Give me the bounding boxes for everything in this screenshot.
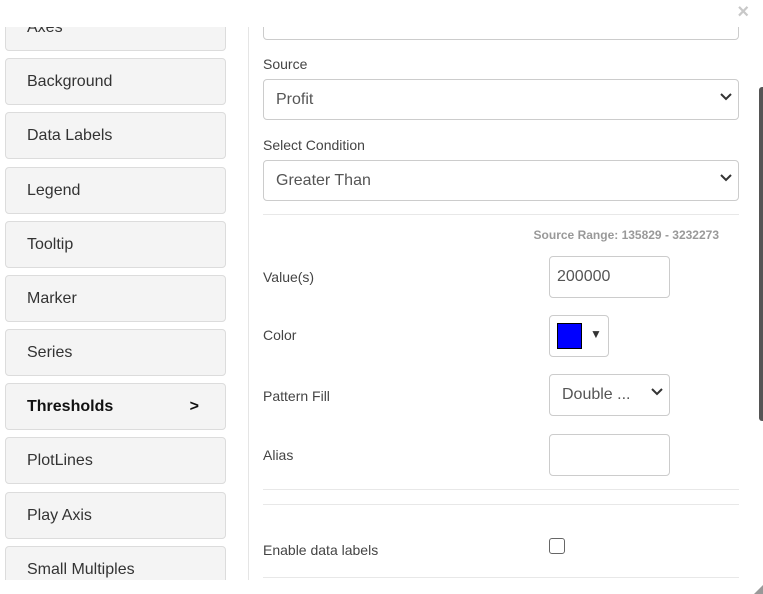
sidebar-item-series[interactable]: Series — [5, 329, 226, 376]
sidebar-item-legend[interactable]: Legend — [5, 167, 226, 214]
enable-data-labels-label: Enable data labels — [263, 542, 379, 558]
condition-value: Greater Than — [276, 171, 371, 189]
sidebar-item-thresholds[interactable]: Thresholds > — [5, 383, 226, 430]
sidebar-item-play-axis[interactable]: Play Axis — [5, 492, 226, 539]
chevron-down-icon — [720, 92, 732, 103]
sidebar-item-background[interactable]: Background — [5, 58, 226, 105]
source-select[interactable]: Profit — [263, 79, 739, 120]
thresholds-panel: Source Profit Select Condition Greater T… — [263, 0, 739, 594]
sidebar-item-tooltip[interactable]: Tooltip — [5, 221, 226, 268]
sidebar-item-label: PlotLines — [27, 451, 93, 469]
sidebar-item-plotlines[interactable]: PlotLines — [5, 437, 226, 484]
enable-data-labels-checkbox[interactable] — [549, 538, 565, 554]
values-label: Value(s) — [263, 269, 315, 285]
caret-down-icon: ▼ — [590, 327, 602, 341]
alias-input[interactable] — [549, 434, 670, 476]
color-label: Color — [263, 327, 297, 343]
sidebar-item-data-labels[interactable]: Data Labels — [5, 112, 226, 159]
source-range-text: Source Range: 135829 - 3232273 — [533, 228, 719, 242]
sidebar-item-marker[interactable]: Marker — [5, 275, 226, 322]
sidebar-item-label: Background — [27, 72, 113, 90]
sidebar-item-label: Tooltip — [27, 235, 74, 253]
dialog-header: × — [0, 0, 763, 27]
source-value: Profit — [276, 90, 314, 108]
condition-select[interactable]: Greater Than — [263, 160, 739, 201]
sidebar-item-label: Series — [27, 343, 73, 361]
divider — [263, 214, 739, 215]
pattern-fill-select[interactable]: Double ... — [549, 374, 670, 416]
settings-sidebar: Axes Background Data Labels Legend Toolt… — [0, 0, 249, 580]
divider — [263, 489, 739, 490]
alias-label: Alias — [263, 447, 294, 463]
chevron-right-icon: > — [189, 397, 199, 415]
chevron-down-icon — [720, 173, 732, 184]
sidebar-item-label: Marker — [27, 289, 77, 307]
close-icon[interactable]: × — [737, 2, 749, 22]
color-swatch — [557, 323, 582, 349]
resize-handle-icon[interactable] — [754, 585, 763, 594]
sidebar-item-label: Small Multiples — [27, 560, 135, 578]
values-input[interactable]: 200000 — [549, 256, 670, 298]
divider — [263, 577, 739, 578]
sidebar-item-small-multiples[interactable]: Small Multiples — [5, 546, 226, 580]
color-picker[interactable]: ▼ — [549, 315, 609, 357]
source-label: Source — [263, 56, 308, 72]
divider — [263, 504, 739, 505]
sidebar-item-label: Play Axis — [27, 506, 92, 524]
condition-label: Select Condition — [263, 137, 365, 153]
sidebar-item-label: Data Labels — [27, 126, 113, 144]
sidebar-item-label: Legend — [27, 181, 81, 199]
scrollbar-thumb[interactable] — [759, 87, 763, 421]
pattern-fill-value: Double ... — [562, 386, 631, 403]
sidebar-item-label: Thresholds — [27, 397, 114, 415]
pattern-fill-label: Pattern Fill — [263, 388, 330, 404]
chevron-down-icon — [651, 388, 663, 398]
